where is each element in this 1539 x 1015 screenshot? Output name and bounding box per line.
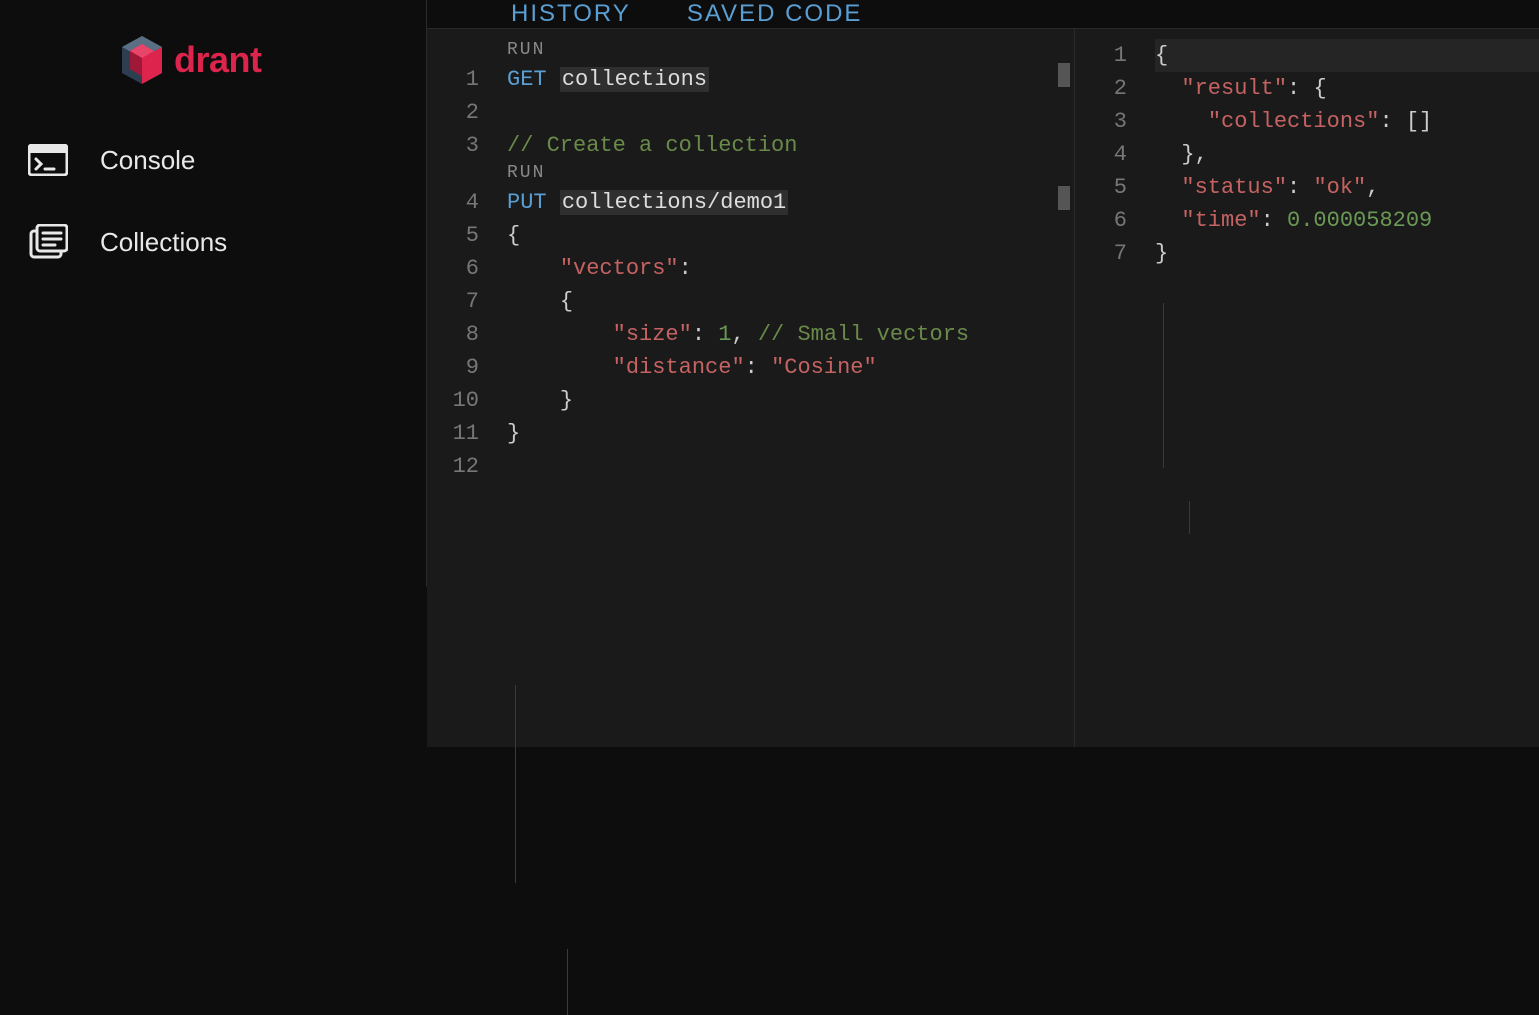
sidebar: drant Console Collections bbox=[0, 0, 427, 587]
run-button[interactable]: RUN bbox=[507, 162, 1074, 184]
line-gutter: 1 2 3 4 5 6 7 8 9 10 11 12 bbox=[427, 39, 507, 747]
sidebar-item-console[interactable]: Console bbox=[0, 120, 426, 200]
run-button[interactable]: RUN bbox=[507, 39, 1074, 61]
logo[interactable]: drant bbox=[0, 0, 426, 120]
tabs: HISTORY SAVED CODE bbox=[427, 0, 1539, 29]
brand-name: drant bbox=[174, 39, 262, 81]
tab-saved-code[interactable]: SAVED CODE bbox=[687, 0, 863, 28]
code-line: PUT collections/demo1 bbox=[507, 186, 1074, 219]
tab-history[interactable]: HISTORY bbox=[511, 0, 631, 28]
sidebar-item-label: Console bbox=[100, 145, 195, 176]
code-line: GET collections bbox=[507, 63, 1074, 96]
qdrant-logo-icon bbox=[118, 34, 166, 86]
main: HISTORY SAVED CODE 1 2 3 4 5 6 7 8 9 10 bbox=[427, 0, 1539, 587]
collections-icon bbox=[28, 224, 68, 260]
response-viewer[interactable]: 1 2 3 4 5 6 7 { "result": { "collections… bbox=[1075, 29, 1539, 747]
editor-row: 1 2 3 4 5 6 7 8 9 10 11 12 RUN GET colle… bbox=[427, 29, 1539, 747]
request-editor[interactable]: 1 2 3 4 5 6 7 8 9 10 11 12 RUN GET colle… bbox=[427, 29, 1075, 747]
terminal-icon bbox=[28, 144, 68, 176]
sidebar-item-collections[interactable]: Collections bbox=[0, 200, 426, 284]
line-gutter: 1 2 3 4 5 6 7 bbox=[1075, 39, 1155, 468]
sidebar-item-label: Collections bbox=[100, 227, 227, 258]
